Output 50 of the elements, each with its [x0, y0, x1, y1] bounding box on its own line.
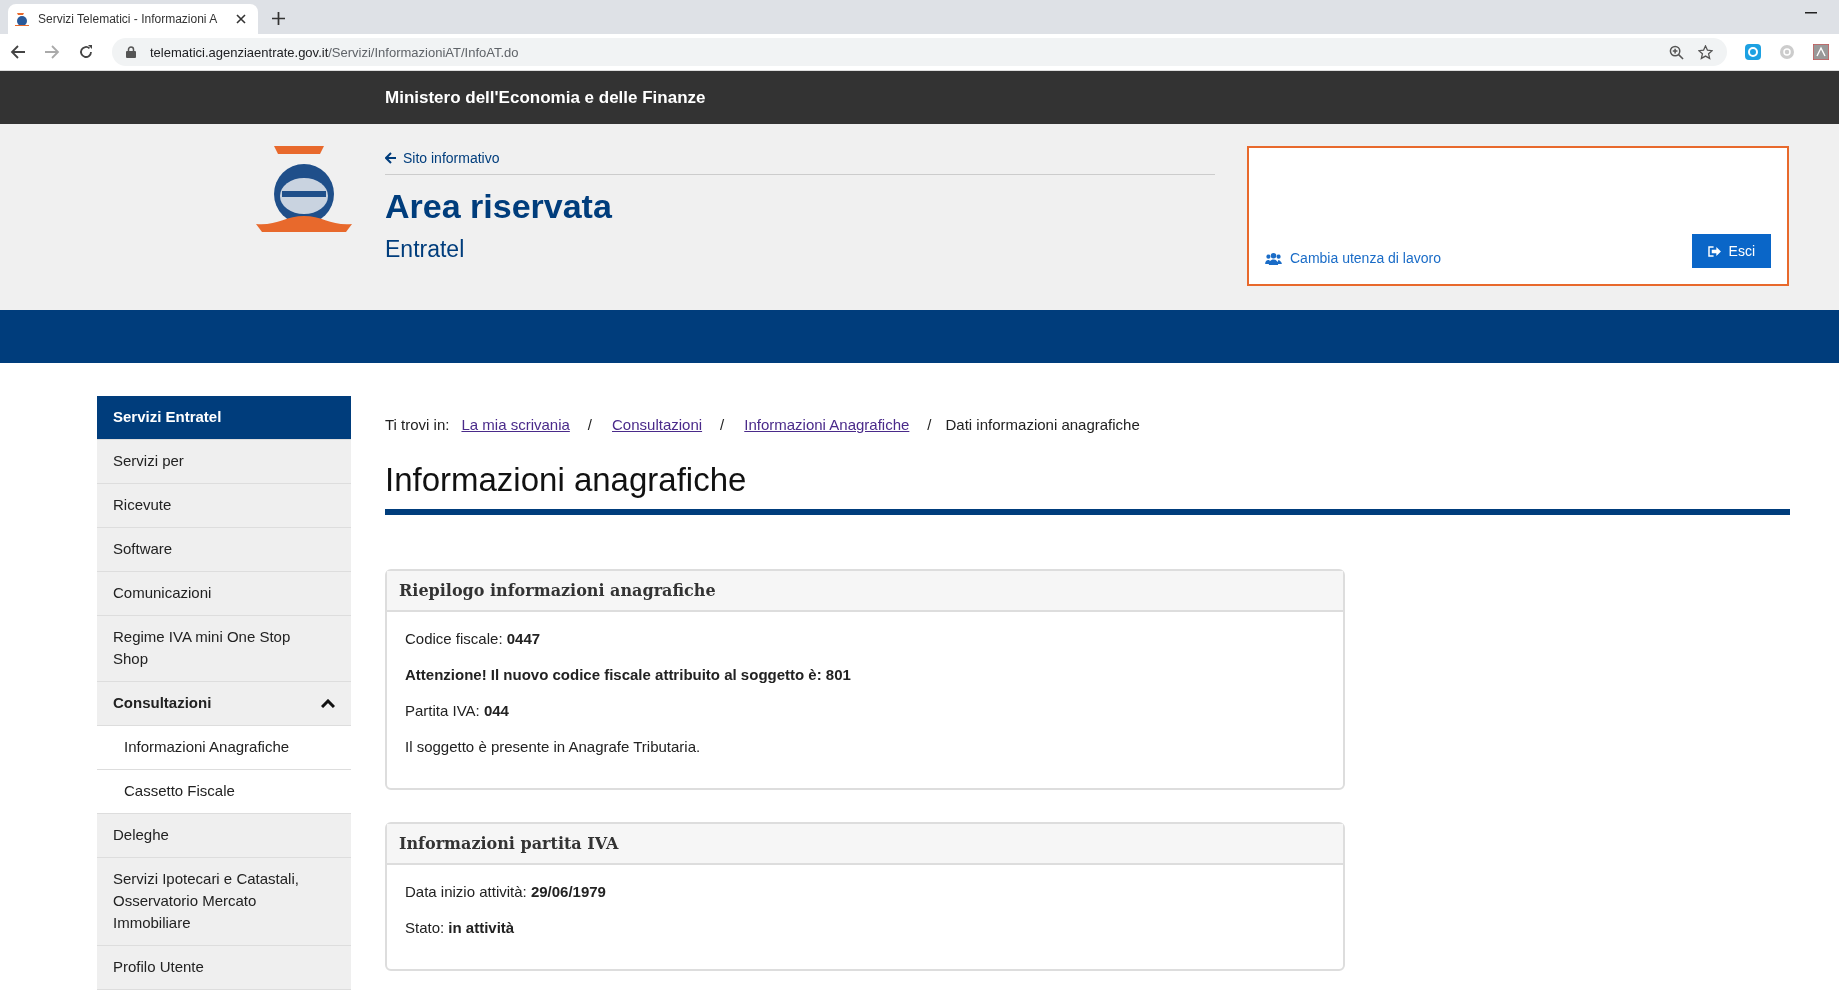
breadcrumb-link[interactable]: Consultazioni: [612, 416, 703, 433]
sidebar-item[interactable]: Regime IVA mini One Stop Shop: [97, 616, 351, 682]
info-text: Codice fiscale: 0447: [405, 630, 542, 647]
users-icon: [1265, 251, 1282, 265]
logout-button[interactable]: Esci: [1691, 234, 1771, 268]
breadcrumb-current: Dati informazioni anagrafiche: [945, 416, 1140, 433]
card-header: Riepilogo informazioni anagrafiche: [387, 571, 1343, 612]
sidebar-item[interactable]: Profilo Utente: [97, 946, 351, 990]
sidebar-item[interactable]: Comunicazioni: [97, 572, 351, 616]
breadcrumb-prefix: Ti trovi in:: [385, 416, 450, 433]
breadcrumb-separator: /: [927, 416, 932, 433]
chevron-icon: [321, 698, 335, 708]
sidebar-item[interactable]: Servizi Ipotecari e Catastali, Osservatorio Mercato Immobiliare: [97, 858, 351, 946]
agency-logo-icon: [14, 11, 30, 27]
card-header: Informazioni partita IVA: [387, 824, 1343, 865]
extension-icon[interactable]: [1745, 44, 1761, 60]
area-subtitle: Entratel: [385, 236, 466, 263]
change-user-link[interactable]: Cambia utenza di lavoro: [1265, 250, 1441, 268]
breadcrumb-separator: /: [587, 416, 592, 433]
area-title: Area riservata: [385, 187, 613, 226]
sidebar-header: Servizi Entratel: [97, 396, 351, 440]
sidebar-group[interactable]: Consultazioni: [97, 682, 351, 726]
sidebar-item[interactable]: Software: [97, 528, 351, 572]
sidebar-item[interactable]: Servizi per: [97, 440, 351, 484]
breadcrumb-separator: /: [720, 416, 725, 433]
sidebar-item[interactable]: Deleghe: [97, 814, 351, 858]
tab-title: Servizi Telematici - Informazioni A: [38, 12, 219, 26]
info-text: Attenzione! Il nuovo codice fiscale attribuito al soggetto è: 801: [405, 666, 852, 683]
close-icon[interactable]: [236, 14, 246, 24]
browser-tab[interactable]: Servizi Telematici - Informazioni A: [8, 4, 258, 34]
address-field[interactable]: telematici.agenziaentrate.gov.it/Servizi/InformazioniAT/InfoAT.do: [112, 38, 1727, 66]
sidebar-item[interactable]: Ricevute: [97, 484, 351, 528]
breadcrumb-link[interactable]: Informazioni Anagrafiche: [744, 416, 910, 433]
arrow-left-icon: [385, 152, 397, 164]
zoom-icon[interactable]: [1669, 44, 1684, 60]
reload-icon[interactable]: [78, 44, 94, 60]
info-text: Il soggetto è presente in Anagrafe Tributaria.: [405, 738, 702, 755]
info-text: Data inizio attività: 29/06/1979: [405, 883, 607, 900]
lock-icon: [126, 46, 136, 58]
info-text: Partita IVA: 044: [405, 702, 510, 719]
minimize-icon[interactable]: [1805, 12, 1817, 14]
new-tab-icon[interactable]: [272, 12, 285, 25]
info-text: Stato: in attività: [405, 919, 516, 936]
back-icon[interactable]: [10, 44, 26, 60]
breadcrumb-link[interactable]: La mia scrivania: [461, 416, 570, 433]
page-title: Informazioni anagrafiche: [385, 461, 748, 499]
site-link[interactable]: Sito informativo: [385, 146, 1215, 174]
logout-icon: [1707, 245, 1721, 257]
star-icon[interactable]: [1698, 44, 1713, 60]
ministry-title: Ministero dell'Economia e delle Finanze: [385, 87, 706, 107]
